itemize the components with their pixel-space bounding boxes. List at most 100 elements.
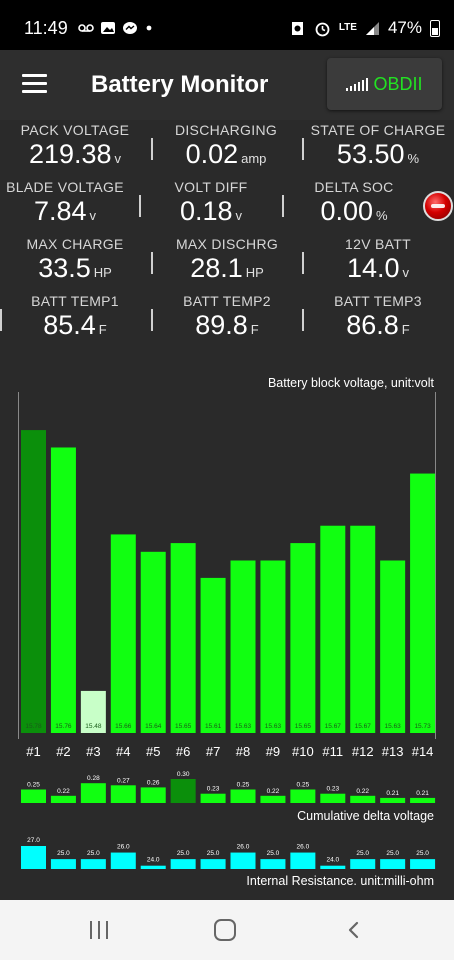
resistance-bar bbox=[410, 859, 436, 869]
resistance-bar bbox=[80, 859, 106, 869]
delta-bar-label: 0.27 bbox=[117, 777, 130, 784]
delta-bar-label: 0.25 bbox=[237, 782, 250, 789]
stat-value: 219.38 bbox=[28, 139, 112, 169]
cell-label: #8 bbox=[235, 744, 251, 759]
voltage-bar bbox=[21, 430, 46, 733]
resistance-bar-label: 25.0 bbox=[356, 850, 369, 857]
status-right: LTE 47% bbox=[289, 18, 440, 38]
stat-unit: amp bbox=[241, 151, 267, 166]
resistance-bar bbox=[170, 859, 196, 869]
stat-batt-temp3: BATT TEMP3 86.8 F bbox=[303, 293, 453, 341]
stat-unit: v bbox=[114, 151, 122, 166]
stat-label: DISCHARGING bbox=[174, 122, 278, 138]
delta-bar bbox=[140, 787, 166, 803]
stat-discharging: DISCHARGING 0.02 amp bbox=[151, 122, 301, 170]
resistance-bar-label: 24.0 bbox=[326, 857, 339, 864]
stat-value: 7.84 bbox=[33, 196, 87, 226]
stat-label: MAX CHARGE bbox=[26, 236, 124, 252]
menu-icon[interactable] bbox=[22, 74, 47, 94]
resistance-chart: 27.0 25.0 25.0 26.0 24.0 25.0 25.0 26.0 25.0 26.0… bbox=[21, 837, 436, 869]
dot-icon bbox=[146, 25, 152, 31]
stat-label: PACK VOLTAGE bbox=[20, 122, 130, 138]
delta-bar-label: 0.22 bbox=[267, 788, 280, 795]
delta-bar bbox=[200, 793, 226, 803]
obd-connect-button[interactable]: OBDII bbox=[327, 58, 442, 110]
stat-value: 0.00 bbox=[320, 196, 373, 226]
stat-unit: F bbox=[98, 322, 107, 337]
stat-divider bbox=[302, 309, 304, 331]
voltage-bar-label: 15.78 bbox=[25, 723, 42, 730]
stat-divider bbox=[151, 309, 153, 331]
status-time: 11:49 bbox=[24, 18, 68, 38]
stat-label: BATT TEMP2 bbox=[183, 293, 271, 309]
voltage-bar bbox=[110, 534, 136, 733]
delta-chart-title: Cumulative delta voltage bbox=[297, 809, 434, 823]
stat-unit: % bbox=[376, 208, 388, 223]
cell-label: #4 bbox=[116, 744, 131, 759]
voltage-bar-label: 15.63 bbox=[235, 723, 252, 730]
resistance-bar-label: 26.0 bbox=[297, 844, 310, 851]
voltage-chart-title: Battery block voltage, unit:volt bbox=[267, 376, 434, 390]
recent-apps-icon[interactable] bbox=[88, 921, 110, 939]
voltage-bar-label: 15.65 bbox=[175, 723, 192, 730]
stat-batt-temp1: BATT TEMP1 85.4 F bbox=[0, 293, 150, 341]
stat-divider bbox=[282, 195, 284, 217]
delta-bar-label: 0.28 bbox=[87, 775, 100, 782]
stat-divider bbox=[302, 252, 304, 274]
voltage-chart: 15.78 15.76 15.48 15.66 15.64 15.65 15.61 15.63… bbox=[21, 430, 436, 733]
delta-bar bbox=[380, 797, 406, 803]
delta-chart: 0.25 0.22 0.28 0.27 0.26 0.30 0.23 0.25 0.22 0.25… bbox=[21, 771, 436, 803]
alert-indicator-button[interactable] bbox=[423, 191, 453, 221]
resistance-chart-title: Internal Resistance. unit:milli-ohm bbox=[246, 874, 434, 888]
voltage-bar bbox=[170, 543, 196, 733]
stat-divider bbox=[151, 138, 153, 160]
stats-grid: PACK VOLTAGE 219.38 v DISCHARGING 0.02 amp… bbox=[0, 120, 454, 360]
voltage-bar bbox=[380, 560, 406, 733]
delta-bar-label: 0.21 bbox=[386, 790, 399, 797]
resistance-bar bbox=[50, 859, 76, 869]
nav-bar bbox=[0, 900, 454, 960]
stat-unit: HP bbox=[93, 265, 112, 280]
lte-icon: LTE bbox=[338, 22, 357, 33]
voltage-bar bbox=[140, 551, 166, 733]
stat-label: MAX DISCHRG bbox=[175, 236, 279, 252]
delta-bar-label: 0.25 bbox=[297, 782, 310, 789]
voltage-bar-label: 15.63 bbox=[265, 723, 282, 730]
resistance-bar-label: 25.0 bbox=[416, 850, 429, 857]
resistance-bar-label: 24.0 bbox=[147, 857, 160, 864]
stat-blade-voltage: BLADE VOLTAGE 7.84 v bbox=[0, 179, 140, 227]
stat-unit: F bbox=[250, 322, 259, 337]
resistance-bar bbox=[110, 852, 136, 869]
stat-divider bbox=[0, 309, 2, 331]
stat-max-dischrg: MAX DISCHRG 28.1 HP bbox=[152, 236, 302, 284]
delta-bar bbox=[50, 795, 76, 803]
stat-value: 53.50 bbox=[336, 139, 405, 169]
voltage-bar bbox=[200, 577, 226, 733]
voicemail-icon bbox=[78, 24, 94, 32]
delta-bar-label: 0.23 bbox=[326, 786, 339, 793]
delta-bar-label: 0.26 bbox=[147, 779, 160, 786]
back-icon[interactable] bbox=[344, 920, 364, 940]
home-icon[interactable] bbox=[214, 919, 236, 941]
delta-bar-label: 0.23 bbox=[207, 786, 220, 793]
resistance-bar bbox=[350, 859, 376, 869]
alarm-clock-icon bbox=[315, 22, 330, 36]
resistance-bar-label: 25.0 bbox=[207, 850, 220, 857]
messenger-icon bbox=[123, 22, 137, 34]
resistance-bar-label: 27.0 bbox=[27, 837, 40, 844]
battery-percent: 47% bbox=[387, 18, 422, 37]
resistance-bar-label: 25.0 bbox=[267, 850, 280, 857]
delta-bar bbox=[170, 779, 196, 803]
delta-bar bbox=[320, 793, 346, 803]
voltage-bar-label: 15.63 bbox=[385, 723, 402, 730]
cell-label: #13 bbox=[381, 744, 404, 759]
delta-bar bbox=[260, 795, 286, 803]
stat-value: 33.5 bbox=[38, 253, 91, 283]
stat-label: BLADE VOLTAGE bbox=[6, 179, 124, 195]
voltage-bar-label: 15.76 bbox=[55, 723, 72, 730]
stat-label: BATT TEMP1 bbox=[31, 293, 119, 309]
cell-label: #10 bbox=[292, 744, 314, 759]
resistance-bar-label: 25.0 bbox=[386, 850, 399, 857]
status-bar: 11:49 LTE 47% bbox=[0, 0, 454, 50]
cell-label: #6 bbox=[175, 744, 191, 759]
